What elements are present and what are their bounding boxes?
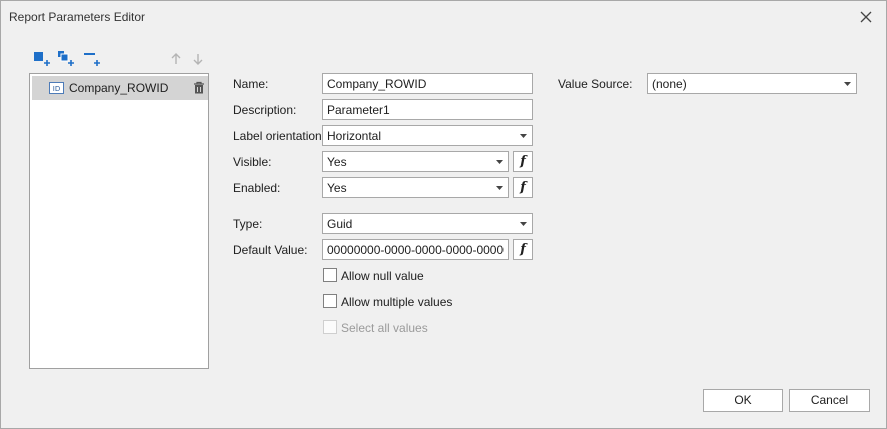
description-label: Description:	[233, 103, 297, 117]
default-value-input[interactable]	[322, 239, 509, 260]
description-input[interactable]	[322, 99, 533, 120]
remove-parameter-icon[interactable]	[83, 50, 101, 68]
add-parameter-group-icon[interactable]	[57, 50, 75, 68]
id-parameter-icon: ID	[49, 82, 64, 94]
cancel-button[interactable]: Cancel	[789, 389, 870, 412]
title-bar: Report Parameters Editor	[1, 1, 886, 33]
enabled-select[interactable]: Yes	[322, 177, 509, 198]
enabled-value: Yes	[327, 181, 347, 195]
ok-button[interactable]: OK	[703, 389, 783, 412]
report-parameters-dialog: Report Parameters Editor ID Company_ROWI…	[0, 0, 887, 429]
move-down-icon[interactable]	[189, 50, 207, 68]
select-all-label: Select all values	[341, 321, 428, 335]
select-all-checkbox	[323, 320, 337, 334]
delete-parameter-icon[interactable]	[192, 81, 206, 95]
chevron-down-icon	[520, 134, 527, 138]
parameter-list-item-label: Company_ROWID	[69, 81, 169, 95]
window-title: Report Parameters Editor	[9, 10, 146, 24]
visible-label: Visible:	[233, 155, 272, 169]
enabled-expression-button[interactable]: f	[513, 177, 533, 198]
visible-expression-button[interactable]: f	[513, 151, 533, 172]
value-source-select[interactable]: (none)	[647, 73, 857, 94]
default-value-label: Default Value:	[233, 243, 308, 257]
svg-text:ID: ID	[53, 85, 60, 93]
label-orientation-label: Label orientation:	[233, 129, 326, 143]
parameter-list-item[interactable]: ID Company_ROWID	[32, 76, 208, 100]
name-label: Name:	[233, 77, 269, 91]
type-label: Type:	[233, 217, 263, 231]
allow-null-label[interactable]: Allow null value	[341, 269, 424, 283]
default-value-expression-button[interactable]: f	[513, 239, 533, 260]
close-icon[interactable]	[858, 9, 874, 25]
value-source-label: Value Source:	[558, 77, 633, 91]
allow-multiple-checkbox[interactable]	[323, 294, 337, 308]
add-parameter-icon[interactable]	[33, 50, 51, 68]
name-input[interactable]	[322, 73, 533, 94]
visible-select[interactable]: Yes	[322, 151, 509, 172]
parameter-list[interactable]: ID Company_ROWID	[29, 73, 209, 369]
allow-multiple-label[interactable]: Allow multiple values	[341, 295, 452, 309]
chevron-down-icon	[844, 82, 851, 86]
value-source-value: (none)	[652, 77, 687, 91]
chevron-down-icon	[520, 222, 527, 226]
chevron-down-icon	[496, 160, 503, 164]
allow-null-checkbox[interactable]	[323, 268, 337, 282]
label-orientation-select[interactable]: Horizontal	[322, 125, 533, 146]
enabled-label: Enabled:	[233, 181, 281, 195]
chevron-down-icon	[496, 186, 503, 190]
label-orientation-value: Horizontal	[327, 129, 382, 143]
type-value: Guid	[327, 217, 353, 231]
visible-value: Yes	[327, 155, 347, 169]
type-select[interactable]: Guid	[322, 213, 533, 234]
move-up-icon[interactable]	[167, 50, 185, 68]
